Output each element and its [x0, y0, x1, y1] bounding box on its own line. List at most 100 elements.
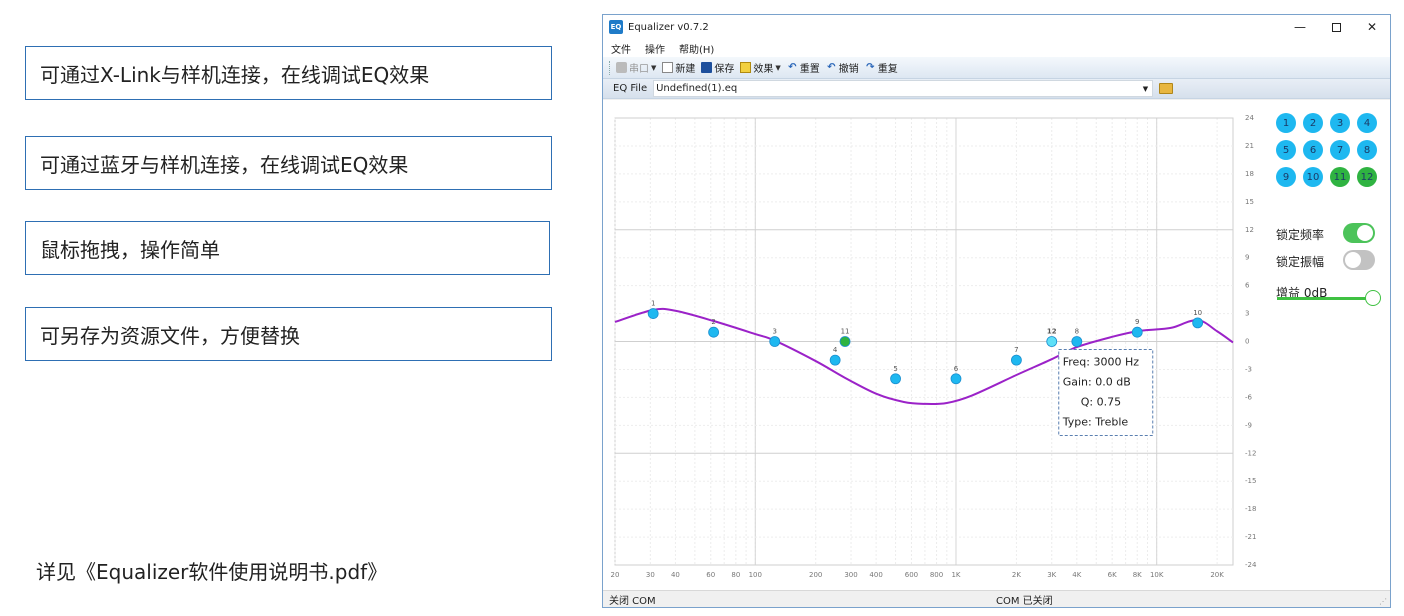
eq-point-7[interactable]: [1011, 354, 1022, 366]
minimize-icon: —: [1294, 20, 1306, 34]
menu-operate[interactable]: 操作: [645, 41, 665, 56]
lock-amp-toggle[interactable]: [1343, 250, 1375, 270]
tooltip-line: Gain: 0.0 dB: [1063, 376, 1131, 389]
chevron-down-icon[interactable]: ▼: [775, 64, 780, 72]
band-button-8[interactable]: 8: [1357, 140, 1377, 160]
status-left: 关闭 COM: [609, 595, 656, 607]
toolbar: 串口 ▼ 新建 保存 效果 ▼ ↶ 重置 ↶ 撤销 ↷ 重复: [603, 57, 1390, 79]
x-tick-label: 200: [809, 571, 822, 579]
x-tick-label: 20K: [1210, 571, 1224, 579]
redo-label: 重复: [877, 64, 898, 75]
band-button-9[interactable]: 9: [1276, 167, 1296, 187]
maximize-button[interactable]: [1318, 15, 1354, 39]
tooltip-line: Type: Treble: [1062, 416, 1129, 429]
minimize-button[interactable]: —: [1282, 15, 1318, 39]
save-icon: [701, 62, 713, 73]
effect-button[interactable]: 效果 ▼: [740, 60, 781, 75]
eq-point-6[interactable]: [950, 373, 962, 385]
y-tick-label: 6: [1245, 282, 1250, 290]
eq-file-select[interactable]: Undefined(1).eq ▼: [653, 80, 1154, 97]
y-tick-label: 0: [1245, 338, 1249, 346]
band-button-4[interactable]: 4: [1357, 113, 1377, 133]
undo-label: 撤销: [838, 64, 859, 75]
reset-button[interactable]: ↶ 重置: [787, 60, 820, 75]
x-tick-label: 4K: [1072, 571, 1081, 579]
lock-freq-toggle[interactable]: [1343, 223, 1375, 243]
eq-point-2[interactable]: [708, 326, 720, 338]
maximize-icon: [1331, 22, 1341, 32]
menu-help[interactable]: 帮助(H): [679, 41, 714, 56]
band-button-12[interactable]: 12: [1357, 167, 1377, 187]
y-tick-label: 18: [1245, 170, 1254, 178]
gain-slider-handle[interactable]: [1365, 290, 1381, 306]
feature-text: 可通过X-Link与样机连接，在线调试EQ效果: [40, 62, 430, 87]
chevron-down-icon[interactable]: ▼: [1143, 85, 1148, 93]
eq-point-3[interactable]: [769, 336, 781, 347]
eq-point-10[interactable]: [1192, 317, 1204, 329]
status-middle: COM 已关闭: [996, 595, 1053, 607]
y-tick-label: -15: [1245, 477, 1256, 485]
eq-point-label: 9: [1135, 318, 1139, 326]
eq-point-label: 7: [1014, 346, 1018, 354]
new-file-icon: [662, 62, 674, 73]
y-tick-label: -24: [1245, 561, 1257, 569]
footnote: 详见《Equalizer软件使用说明书.pdf》: [36, 560, 388, 584]
close-button[interactable]: ✕: [1354, 15, 1390, 39]
eq-point-9[interactable]: [1131, 326, 1143, 338]
y-tick-label: -3: [1245, 365, 1252, 373]
eq-chart[interactable]: 24211815129630-3-6-9-12-15-18-21-2420 30 4…: [603, 100, 1263, 590]
x-tick-label: 100: [749, 571, 762, 579]
eq-file-value: Undefined(1).eq: [656, 83, 738, 94]
x-tick-label: 1K: [951, 571, 960, 579]
new-button[interactable]: 新建: [662, 60, 695, 75]
main-content: 24 21 18 15 12 9 6 3 0 -3 -6 -9 -12 -15 -18 -21 -24 20 30 4…: [603, 100, 1390, 590]
eq-point-12[interactable]: [1046, 336, 1058, 347]
menu-file[interactable]: 文件: [611, 41, 631, 56]
eq-point-8[interactable]: [1071, 336, 1083, 347]
open-folder-icon[interactable]: [1159, 83, 1174, 94]
feature-box-bluetooth: 可通过蓝牙与样机连接，在线调试EQ效果: [25, 136, 552, 190]
eq-point-4[interactable]: [829, 354, 841, 366]
feature-text: 可通过蓝牙与样机连接，在线调试EQ效果: [40, 152, 409, 177]
band-button-7[interactable]: 7: [1330, 140, 1350, 160]
eq-point-1[interactable]: [647, 308, 659, 319]
close-icon: ✕: [1366, 20, 1378, 34]
band-button-1[interactable]: 1: [1276, 113, 1296, 133]
effect-icon: [740, 62, 752, 73]
feature-box-drag: 鼠标拖拽，操作简单: [25, 221, 550, 275]
band-button-6[interactable]: 6: [1303, 140, 1323, 160]
y-tick-label: -18: [1245, 505, 1256, 513]
band-button-10[interactable]: 10: [1303, 167, 1323, 187]
eq-point-11[interactable]: [839, 336, 851, 347]
toggle-knob: [1357, 225, 1373, 241]
undo-button[interactable]: ↶ 撤销: [826, 60, 859, 75]
redo-button[interactable]: ↷ 重复: [865, 60, 898, 75]
serial-port-label: 串口: [629, 64, 649, 75]
serial-port-button[interactable]: 串口 ▼: [616, 60, 656, 75]
band-button-5[interactable]: 5: [1276, 140, 1296, 160]
eq-point-label: 1: [651, 300, 655, 308]
x-tick-label: 40: [671, 571, 680, 579]
y-tick-label: -9: [1245, 421, 1252, 429]
gain-slider-track[interactable]: [1277, 297, 1373, 300]
eq-point-label: 11: [841, 328, 850, 336]
feature-text: 可另存为资源文件，方便替换: [40, 323, 300, 348]
band-button-11[interactable]: 11: [1330, 167, 1350, 187]
resize-grip-icon[interactable]: ⋰: [1379, 597, 1387, 606]
eq-point-label: 5: [893, 365, 897, 373]
chevron-down-icon[interactable]: ▼: [651, 64, 656, 72]
band-button-3[interactable]: 3: [1330, 113, 1350, 133]
band-button-2[interactable]: 2: [1303, 113, 1323, 133]
y-tick-label: 9: [1245, 254, 1249, 262]
menu-bar: 文件 操作 帮助(H): [603, 39, 1390, 57]
toolbar-grip[interactable]: [609, 60, 612, 75]
save-label: 保存: [714, 64, 735, 75]
window-title: Equalizer v0.7.2: [628, 21, 709, 33]
feature-text: 鼠标拖拽，操作简单: [40, 237, 220, 262]
tooltip-line: Freq: 3000 Hz: [1063, 356, 1140, 369]
save-button[interactable]: 保存: [701, 60, 734, 75]
y-tick-label: 3: [1245, 310, 1249, 318]
eq-point-5[interactable]: [890, 373, 901, 385]
eq-point-label: 12: [1047, 328, 1057, 336]
x-tick-label: 300: [844, 571, 857, 579]
